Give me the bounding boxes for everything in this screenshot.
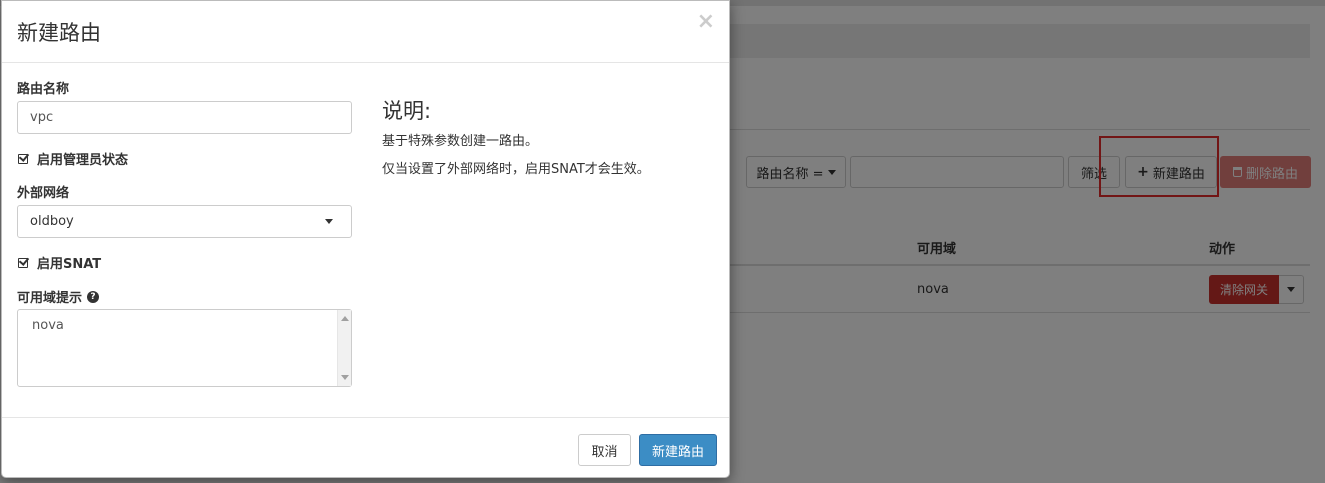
modal-footer: 取消 新建路由 xyxy=(2,417,729,477)
az-hint-option[interactable]: nova xyxy=(32,318,64,333)
admin-state-checkbox-row[interactable]: 启用管理员状态 xyxy=(17,149,128,168)
description-line: 仅当设置了外部网络时，启用SNAT才会生效。 xyxy=(382,162,650,177)
enable-snat-checkbox-row[interactable]: 启用SNAT xyxy=(17,253,101,272)
modal-header: 新建路由 × xyxy=(2,1,729,63)
checkbox-checked-icon[interactable] xyxy=(17,153,29,165)
az-hint-label-row: 可用域提示 ? xyxy=(17,287,100,306)
modal-title: 新建路由 xyxy=(17,21,101,45)
scroll-up-icon[interactable] xyxy=(341,316,349,321)
az-hint-label: 可用域提示 xyxy=(17,291,83,306)
enable-snat-label: 启用SNAT xyxy=(37,257,102,272)
submit-create-router-button[interactable]: 新建路由 xyxy=(639,434,717,466)
external-network-label: 外部网络 xyxy=(17,186,70,201)
close-icon[interactable]: × xyxy=(697,11,715,33)
external-network-select[interactable]: oldboy xyxy=(17,205,352,238)
listbox-scrollbar[interactable] xyxy=(337,310,351,386)
router-name-label: 路由名称 xyxy=(17,82,70,97)
question-circle-icon[interactable]: ? xyxy=(87,290,100,303)
cancel-button[interactable]: 取消 xyxy=(578,434,631,466)
az-hint-listbox[interactable]: nova xyxy=(17,309,352,387)
description-title: 说明: xyxy=(382,99,432,123)
admin-state-label: 启用管理员状态 xyxy=(37,153,129,168)
scroll-down-icon[interactable] xyxy=(341,375,349,380)
checkbox-checked-icon[interactable] xyxy=(17,257,29,269)
create-router-modal: 新建路由 × 路由名称 vpc 启用管理员状态 外部网络 oldboy 启用SN… xyxy=(1,0,730,478)
external-network-value: oldboy xyxy=(30,214,74,229)
caret-down-icon xyxy=(325,219,333,224)
description-line: 基于特殊参数创建一路由。 xyxy=(382,134,539,149)
router-name-input[interactable]: vpc xyxy=(17,101,352,134)
